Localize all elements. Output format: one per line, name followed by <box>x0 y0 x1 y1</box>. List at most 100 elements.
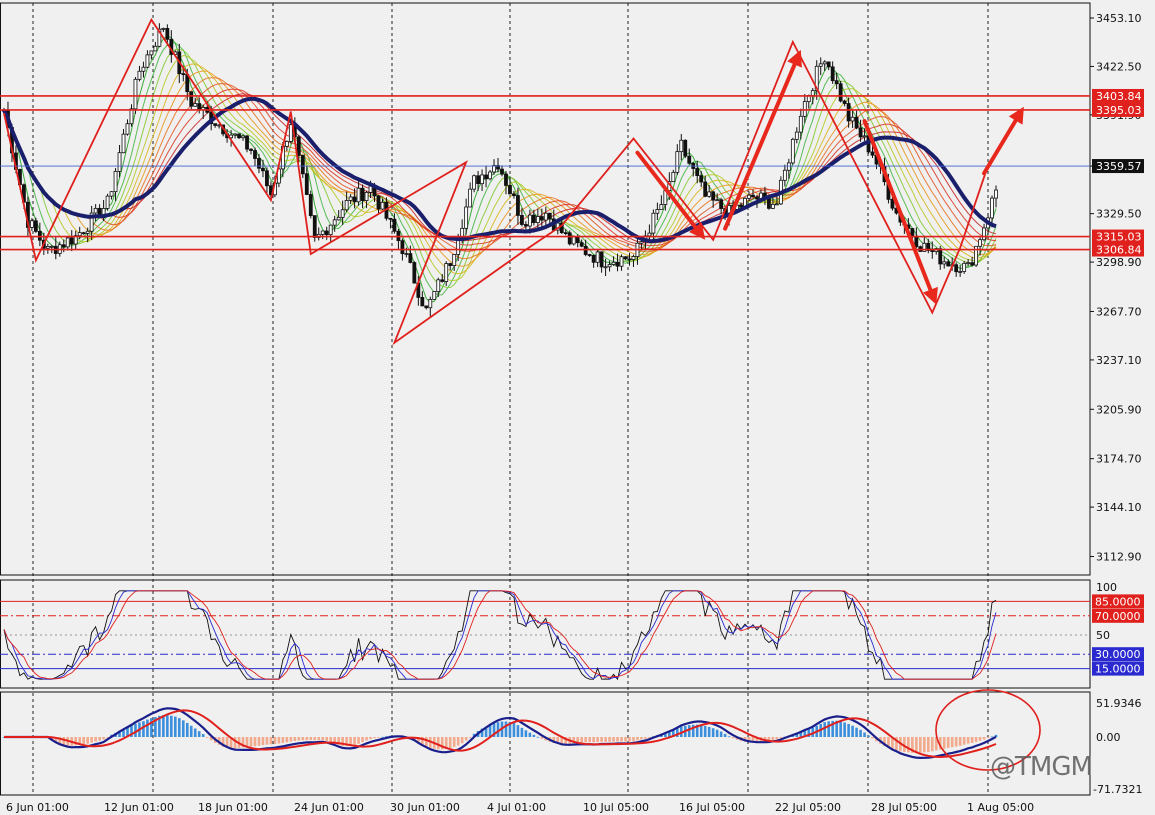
macd-histogram-bar <box>277 737 281 744</box>
candle-body <box>512 193 516 196</box>
macd-histogram-bar <box>504 721 508 737</box>
candle-body <box>484 174 488 180</box>
candle-body <box>233 133 237 136</box>
candle-body <box>452 254 457 266</box>
macd-tick-label: 0.00 <box>1096 731 1121 744</box>
macd-histogram-bar <box>958 737 962 746</box>
macd-histogram-bar <box>719 731 723 737</box>
candle-body <box>850 116 855 122</box>
candle-body <box>962 262 967 272</box>
candle-body <box>336 216 341 221</box>
candle-body <box>245 135 249 150</box>
macd-histogram-bar <box>201 734 205 737</box>
candle-body <box>424 305 429 309</box>
macd-histogram-bar <box>715 729 719 737</box>
macd-histogram-bar <box>357 737 360 744</box>
macd-histogram-bar <box>98 737 101 741</box>
candle-body <box>818 63 823 67</box>
macd-histogram-bar <box>468 737 472 738</box>
candle-body <box>627 258 632 261</box>
candle-body <box>464 206 469 229</box>
candle-body <box>165 28 170 40</box>
candle-body <box>145 54 150 68</box>
macd-histogram-bar <box>867 735 870 737</box>
candle-body <box>838 83 843 102</box>
macd-histogram-bar <box>301 737 305 741</box>
macd-histogram-bar <box>321 737 325 741</box>
macd-histogram-bar <box>520 727 524 737</box>
candle-body <box>237 133 241 139</box>
macd-histogram-bar <box>281 737 285 743</box>
macd-histogram-bar <box>923 737 926 753</box>
macd-histogram-bar <box>377 737 380 738</box>
candle-body <box>834 80 839 85</box>
macd-histogram-bar <box>269 737 273 745</box>
macd-histogram-bar <box>859 729 862 737</box>
candle-body <box>527 214 532 227</box>
macd-histogram-bar <box>94 737 97 742</box>
candle-body <box>703 181 708 197</box>
candle-body <box>846 103 851 122</box>
candle-body <box>352 196 357 203</box>
candle-body <box>125 123 130 135</box>
macd-histogram-bar <box>181 720 185 737</box>
macd-histogram-bar <box>289 737 293 742</box>
candle-body <box>400 240 405 255</box>
candle-body <box>504 173 508 186</box>
candle-body <box>368 185 373 193</box>
candle-body <box>930 250 935 252</box>
candle-body <box>360 187 365 202</box>
candle-body <box>794 131 799 140</box>
macd-histogram-bar <box>265 737 269 745</box>
candle-body <box>890 198 895 209</box>
macd-histogram-bar <box>640 737 643 740</box>
macd-histogram-bar <box>325 737 329 741</box>
candle-body <box>508 185 512 195</box>
macd-histogram-bar <box>930 737 934 752</box>
candle-body <box>579 242 584 247</box>
candle-body <box>751 194 755 198</box>
macd-histogram-bar <box>102 737 105 740</box>
rsi-level-label: 70.0000 <box>1095 610 1141 623</box>
candle-body <box>456 240 461 255</box>
macd-histogram-bar <box>604 737 607 742</box>
candle-body <box>524 224 528 227</box>
macd-histogram-bar <box>779 737 783 739</box>
macd-histogram-bar <box>950 737 954 748</box>
y-tick-label: 3144.10 <box>1096 501 1142 514</box>
candle-body <box>436 279 441 292</box>
macd-histogram-bar <box>273 737 277 745</box>
candle-body <box>376 195 381 210</box>
macd-histogram-bar <box>516 725 520 737</box>
y-tick-label: 3298.90 <box>1096 256 1142 269</box>
candle-body <box>420 297 425 307</box>
candle-body <box>85 230 90 234</box>
candle-body <box>535 216 540 223</box>
candle-body <box>488 171 492 180</box>
candle-body <box>659 204 664 210</box>
macd-histogram-bar <box>727 736 731 738</box>
macd-histogram-bar <box>373 737 376 739</box>
x-tick-label: 1 Aug 05:00 <box>967 801 1034 814</box>
candle-body <box>300 155 305 175</box>
candle-body <box>113 170 118 193</box>
rsi-level-label: 15.0000 <box>1095 663 1141 676</box>
candle-body <box>133 78 138 110</box>
chart-background <box>0 0 1155 815</box>
macd-histogram-bar <box>620 737 623 742</box>
macd-histogram-bar <box>524 730 528 737</box>
candle-body <box>308 194 313 216</box>
candle-body <box>288 124 293 142</box>
candle-body <box>404 253 409 255</box>
macd-histogram-bar <box>827 721 830 737</box>
macd-histogram-bar <box>82 737 85 745</box>
x-tick-label: 12 Jun 01:00 <box>104 801 174 814</box>
candle-body <box>141 66 146 72</box>
macd-histogram-bar <box>86 737 89 744</box>
x-tick-label: 16 Jul 05:00 <box>679 801 745 814</box>
candle-body <box>193 103 198 107</box>
macd-histogram-bar <box>624 737 627 742</box>
macd-histogram-bar <box>448 737 452 748</box>
macd-histogram-bar <box>436 737 440 750</box>
candle-body <box>563 232 568 235</box>
